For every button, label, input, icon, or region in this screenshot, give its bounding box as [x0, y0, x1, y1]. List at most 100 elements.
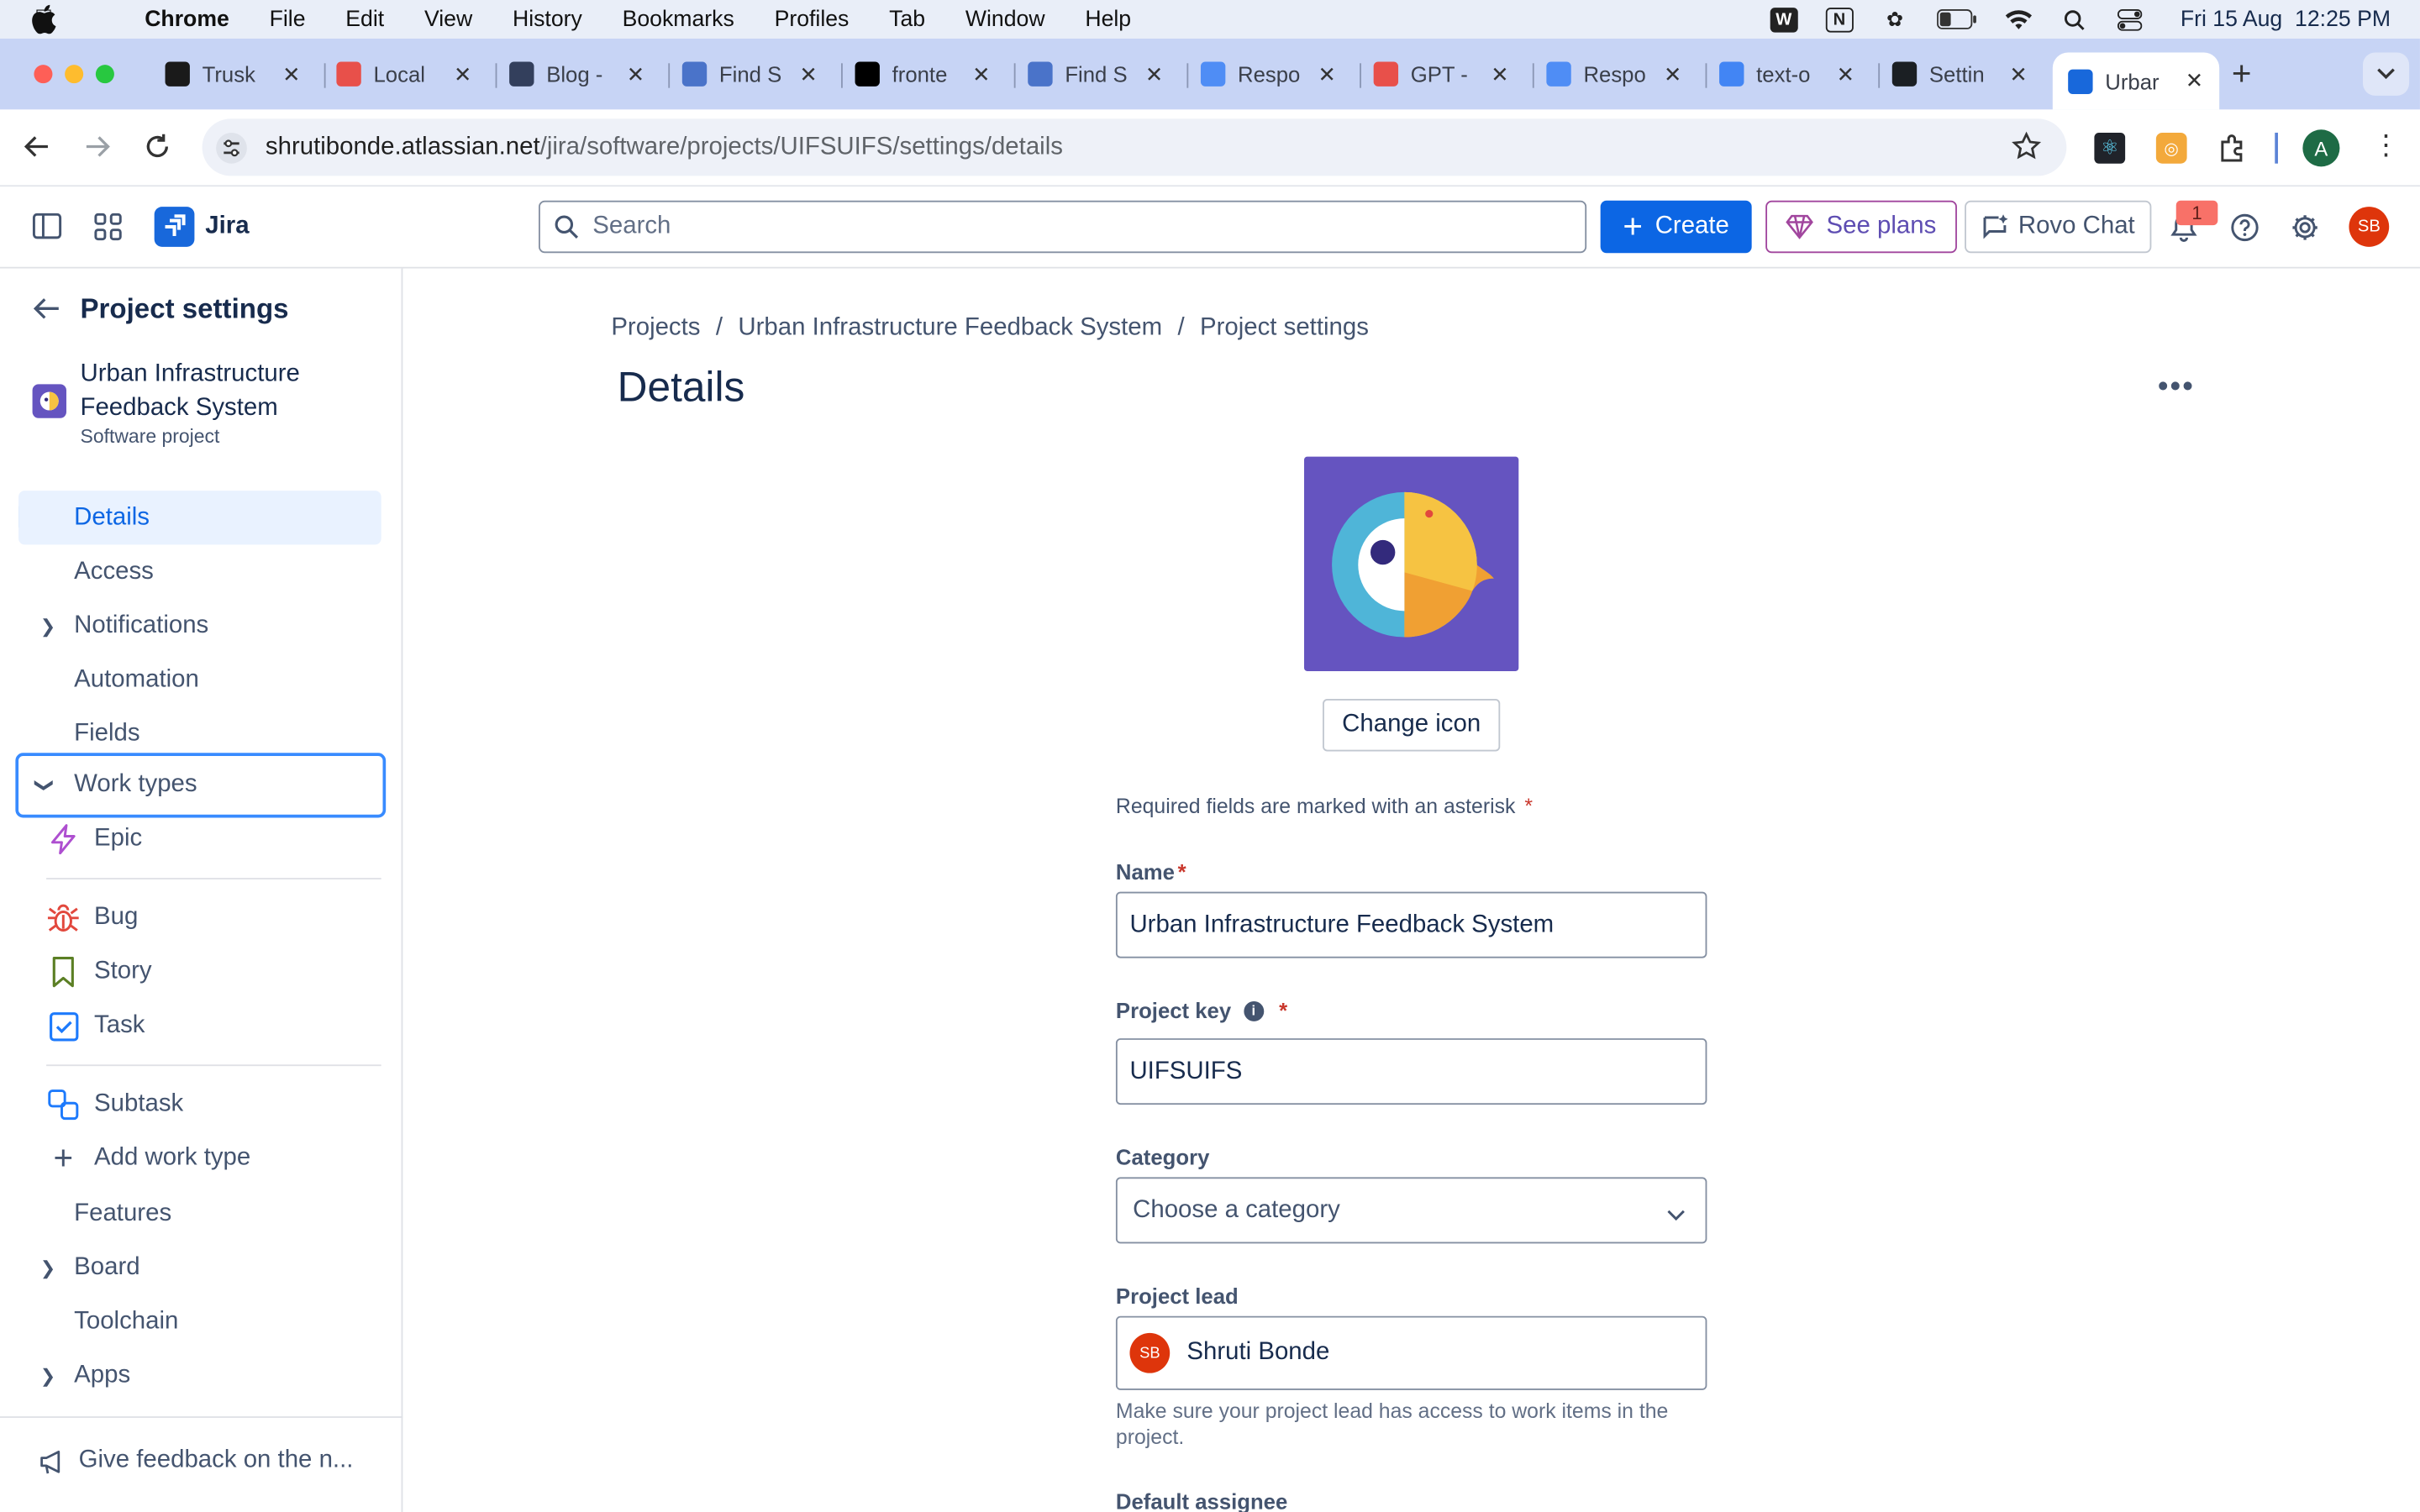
chevron-right-icon[interactable]: ❯: [40, 1257, 55, 1278]
sidebar-item-access[interactable]: Access: [18, 544, 381, 598]
chevron-right-icon[interactable]: ❯: [40, 615, 55, 637]
browser-tab-active[interactable]: Urbar ✕: [2052, 52, 2219, 110]
sidebar-item-details[interactable]: Details: [18, 491, 381, 545]
browser-tab[interactable]: text-o ✕: [1719, 52, 1854, 95]
info-icon[interactable]: i: [1243, 1000, 1264, 1021]
help-icon[interactable]: [2230, 213, 2260, 249]
work-type-task[interactable]: Task: [46, 1003, 145, 1049]
chrome-profile-avatar[interactable]: A: [2302, 129, 2340, 167]
breadcrumb-projects[interactable]: Projects: [611, 315, 700, 343]
close-tab-icon[interactable]: ✕: [2009, 61, 2028, 87]
breadcrumb-project[interactable]: Urban Infrastructure Feedback System: [738, 315, 1162, 343]
chevron-right-icon[interactable]: ❯: [40, 1365, 55, 1387]
chrome-menu-icon[interactable]: ⋮: [2372, 131, 2400, 159]
user-avatar[interactable]: SB: [2349, 207, 2390, 247]
spotlight-search-icon[interactable]: [2060, 7, 2088, 31]
browser-tab[interactable]: Local ✕: [336, 52, 472, 95]
chevron-down-icon[interactable]: ❯: [34, 778, 55, 793]
close-tab-icon[interactable]: ✕: [454, 61, 472, 87]
close-tab-icon[interactable]: ✕: [627, 61, 645, 87]
project-key-input[interactable]: UIFSUIFS: [1115, 1038, 1707, 1105]
work-type-story[interactable]: Story: [46, 949, 152, 995]
sidebar-item-apps[interactable]: ❯ Apps: [18, 1348, 381, 1402]
sidebar-item-toolchain[interactable]: Toolchain: [18, 1294, 381, 1348]
give-feedback-button[interactable]: Give feedback on the n...: [39, 1447, 353, 1475]
browser-tab[interactable]: fronte ✕: [855, 52, 991, 95]
more-actions-icon[interactable]: •••: [2158, 370, 2195, 406]
sidebar-item-automation[interactable]: Automation: [18, 653, 381, 706]
bookmark-star-icon[interactable]: [2011, 131, 2042, 170]
forward-arrow-icon[interactable]: [83, 133, 111, 168]
work-type-epic[interactable]: Epic: [46, 816, 142, 863]
sidebar-item-board[interactable]: ❯ Board: [18, 1241, 381, 1294]
browser-tab[interactable]: Blog - ✕: [509, 52, 644, 95]
menu-edit[interactable]: Edit: [345, 7, 384, 31]
extensions-puzzle-icon[interactable]: [2217, 133, 2248, 171]
project-lead-select[interactable]: SB Shruti Bonde: [1115, 1315, 1707, 1390]
jira-product-name[interactable]: Jira: [205, 213, 249, 240]
browser-tab[interactable]: Trusk ✕: [165, 52, 301, 95]
back-arrow-icon[interactable]: [33, 297, 60, 329]
browser-tab[interactable]: Respo ✕: [1546, 52, 1682, 95]
close-tab-icon[interactable]: ✕: [1664, 61, 1682, 87]
close-window-button[interactable]: [34, 65, 53, 84]
tab-search-button[interactable]: [2362, 52, 2410, 96]
address-bar[interactable]: shrutibonde.atlassian.net/jira/software/…: [202, 118, 2067, 176]
menubar-clock[interactable]: Fri 15 Aug 12:25 PM: [2181, 7, 2391, 31]
work-type-bug[interactable]: Bug: [46, 895, 138, 941]
menu-profiles[interactable]: Profiles: [775, 7, 850, 31]
add-work-type-button[interactable]: + Add work type: [46, 1136, 250, 1182]
battery-icon[interactable]: [1936, 7, 1977, 31]
browser-tab[interactable]: Respo ✕: [1200, 52, 1337, 95]
breadcrumb-project-settings[interactable]: Project settings: [1200, 315, 1369, 343]
close-tab-icon[interactable]: ✕: [972, 61, 991, 87]
sidebar-item-notifications[interactable]: ❯ Notifications: [18, 599, 381, 653]
see-plans-button[interactable]: See plans: [1765, 200, 1957, 254]
chatgpt-icon[interactable]: ✿: [1881, 7, 1909, 31]
back-arrow-icon[interactable]: [24, 133, 51, 168]
react-devtools-extension-icon[interactable]: ⚛: [2094, 132, 2126, 164]
menu-window[interactable]: Window: [965, 7, 1045, 31]
menu-file[interactable]: File: [270, 7, 306, 31]
project-name-input[interactable]: Urban Infrastructure Feedback System: [1115, 891, 1707, 958]
settings-gear-icon[interactable]: [2291, 213, 2320, 249]
sidebar-toggle-icon[interactable]: [32, 213, 62, 246]
app-menu-chrome[interactable]: Chrome: [145, 7, 229, 31]
jira-logo-icon[interactable]: [154, 207, 195, 247]
apple-logo-icon[interactable]: [31, 4, 57, 34]
wifi-icon[interactable]: [2004, 7, 2032, 31]
close-tab-icon[interactable]: ✕: [1318, 61, 1337, 87]
close-tab-icon[interactable]: ✕: [2186, 68, 2204, 94]
change-icon-button[interactable]: Change icon: [1323, 699, 1501, 752]
work-type-subtask[interactable]: Subtask: [46, 1082, 183, 1128]
app-switcher-icon[interactable]: [94, 213, 122, 248]
category-select[interactable]: Choose a category: [1115, 1177, 1707, 1244]
menu-help[interactable]: Help: [1085, 7, 1131, 31]
close-tab-icon[interactable]: ✕: [799, 61, 818, 87]
global-search-input[interactable]: Search: [539, 200, 1587, 254]
close-tab-icon[interactable]: ✕: [1491, 61, 1509, 87]
zoom-window-button[interactable]: [95, 65, 114, 84]
browser-tab[interactable]: GPT - ✕: [1373, 52, 1509, 95]
reload-icon[interactable]: [144, 133, 171, 168]
sidebar-item-features[interactable]: Features: [18, 1186, 381, 1240]
control-center-icon[interactable]: [2116, 7, 2144, 31]
create-button[interactable]: + Create: [1600, 200, 1752, 254]
rovo-chat-button[interactable]: Rovo Chat: [1965, 200, 2152, 254]
browser-tab[interactable]: Find S ✕: [1028, 52, 1163, 95]
extension-orange-icon[interactable]: ◎: [2155, 132, 2187, 164]
sidebar-item-work-types[interactable]: ❯ Work types: [15, 753, 387, 818]
close-tab-icon[interactable]: ✕: [1837, 61, 1855, 87]
site-info-icon[interactable]: [216, 132, 247, 163]
menu-bookmarks[interactable]: Bookmarks: [623, 7, 734, 31]
menu-history[interactable]: History: [513, 7, 582, 31]
new-tab-button[interactable]: +: [2232, 54, 2252, 94]
notion-icon[interactable]: N: [1825, 7, 1854, 32]
close-tab-icon[interactable]: ✕: [282, 61, 301, 87]
browser-tab[interactable]: Settin ✕: [1891, 52, 2028, 95]
close-tab-icon[interactable]: ✕: [1145, 61, 1164, 87]
minimize-window-button[interactable]: [65, 65, 84, 84]
menu-tab[interactable]: Tab: [889, 7, 925, 31]
menu-view[interactable]: View: [424, 7, 472, 31]
w-app-icon[interactable]: W: [1770, 7, 1798, 32]
